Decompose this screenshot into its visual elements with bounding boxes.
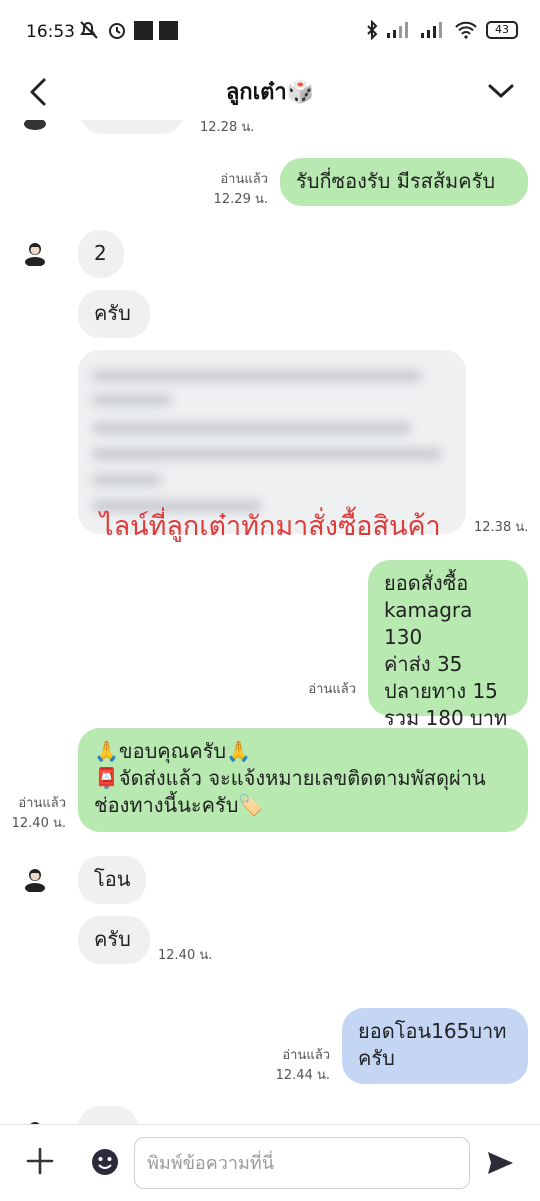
alarm-icon	[109, 23, 125, 39]
message-input[interactable]	[134, 1137, 470, 1189]
chat-title[interactable]: ลูกเต๋า🎲	[0, 74, 540, 109]
bluetooth-icon	[367, 20, 378, 40]
status-bar: 16:53 43	[0, 0, 540, 64]
mute-icon	[80, 21, 98, 39]
message-bubble-in[interactable]: ครับ	[78, 916, 150, 964]
avatar[interactable]	[22, 866, 48, 892]
order-summary-bubble[interactable]: ยอดสั่งซื้อ kamagra 130 ค่าส่ง 35 ปลายทา…	[368, 560, 528, 730]
wifi-icon	[455, 21, 477, 39]
send-icon[interactable]	[484, 1147, 516, 1179]
read-receipt: อ่านแล้ว 12.40 น.	[11, 796, 66, 831]
app-icon	[159, 20, 178, 40]
emoji-icon[interactable]	[90, 1147, 120, 1177]
message-bubble-out[interactable]: 🙏ขอบคุณครับ🙏 📮จัดส่งแล้ว จะแจ้งหมายเลขติ…	[78, 728, 528, 832]
message-list[interactable]: 12.28 น. อ่านแล้ว 12.29 น. รับกี่ซองรับ …	[0, 120, 540, 1124]
battery-icon: 43	[486, 21, 518, 39]
signal-icon	[387, 22, 408, 38]
chevron-down-icon[interactable]	[486, 72, 516, 112]
status-time: 16:53	[26, 22, 75, 42]
message-bubble-in[interactable]: โอน	[78, 856, 146, 904]
status-icons-right: 43	[366, 20, 518, 40]
message-bubble-in[interactable]: ครับ	[78, 290, 150, 338]
signal-icon	[421, 22, 442, 38]
message-bubble-in[interactable]: 2	[78, 230, 124, 278]
message-time: 12.40 น.	[158, 948, 213, 963]
chat-header: ลูกเต๋า🎲	[0, 64, 540, 120]
app-icon	[134, 20, 153, 40]
status-icons-left	[78, 20, 178, 40]
annotation-overlay-text: ไลน์ที่ลูกเต๋าทักมาสั่งซื้อสินค้า	[100, 511, 441, 542]
message-input-bar	[0, 1124, 540, 1201]
message-time: 12.38 น.	[474, 520, 529, 535]
message-time: 12.28 น.	[200, 120, 255, 135]
avatar[interactable]	[22, 240, 48, 266]
transfer-message-bubble[interactable]: ยอดโอน165บาท ครับ	[342, 1008, 528, 1084]
avatar[interactable]	[22, 1116, 48, 1124]
message-bubble-partial[interactable]	[78, 1106, 138, 1124]
read-receipt: อ่านแล้ว 12.44 น.	[275, 1048, 330, 1083]
read-receipt: อ่านแล้ว	[308, 682, 356, 697]
plus-icon[interactable]	[24, 1145, 56, 1177]
message-bubble-out[interactable]: รับกี่ซองรับ มีรสส้มครับ	[280, 158, 528, 206]
avatar[interactable]	[22, 120, 48, 132]
read-receipt: อ่านแล้ว 12.29 น.	[213, 172, 268, 207]
message-bubble-partial[interactable]	[80, 120, 184, 134]
